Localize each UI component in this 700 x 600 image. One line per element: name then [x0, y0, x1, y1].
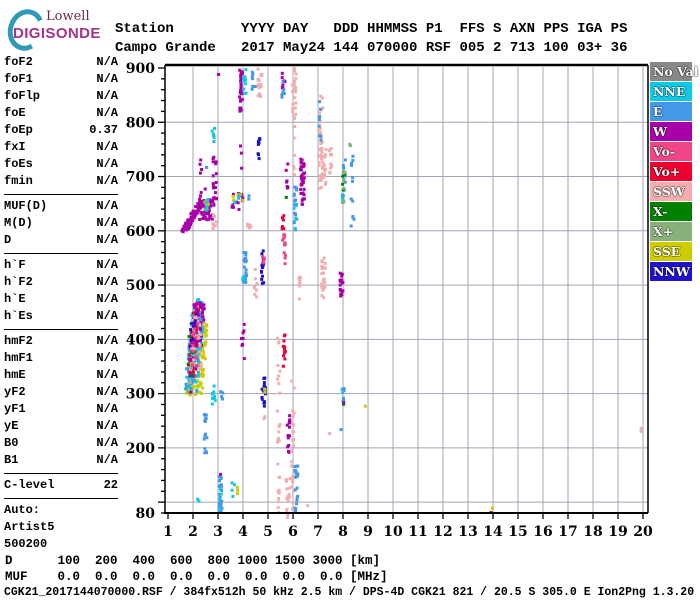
svg-text:12: 12: [433, 524, 452, 540]
svg-text:18: 18: [583, 524, 602, 540]
axis-labels: 1 2 3 4 5 6 7 8 9 10 11 12 13 14 15 16 17 18 19 20900800700…: [126, 61, 653, 540]
svg-text:8: 8: [338, 524, 348, 540]
scatter-points: [180, 67, 643, 520]
legend-item-X-: X-: [650, 202, 692, 221]
distance-row: D 100 200 400 600 800 1000 1500 3000 [km…: [5, 554, 381, 568]
svg-text:10: 10: [383, 524, 403, 540]
svg-text:2: 2: [188, 524, 198, 540]
svg-text:600: 600: [126, 224, 155, 240]
svg-text:13: 13: [458, 524, 477, 540]
svg-text:6: 6: [288, 524, 298, 540]
legend-item-SSW: SSW: [650, 182, 692, 201]
legend-item-noval: No Val: [650, 62, 699, 81]
legend-item-NNW: NNW: [650, 262, 692, 281]
svg-text:16: 16: [533, 524, 552, 540]
svg-text:14: 14: [483, 524, 503, 540]
svg-text:15: 15: [508, 524, 527, 540]
svg-text:1: 1: [163, 524, 173, 540]
svg-text:9: 9: [363, 524, 373, 540]
svg-text:20: 20: [633, 524, 653, 540]
svg-text:700: 700: [126, 170, 155, 186]
muf-row: MUF 0.0 0.0 0.0 0.0 0.0 0.0 0.0 0.0 [MHz…: [5, 570, 388, 584]
svg-text:5: 5: [263, 524, 273, 540]
svg-text:200: 200: [126, 441, 155, 457]
svg-text:800: 800: [126, 115, 155, 131]
svg-text:17: 17: [558, 524, 577, 540]
legend-item-SSE: SSE: [650, 242, 692, 261]
svg-text:11: 11: [408, 524, 427, 540]
ionogram-plot: 1 2 3 4 5 6 7 8 9 10 11 12 13 14 15 16 17 18 19 20900800700…: [126, 61, 653, 540]
legend-item-NNE: NNE: [650, 82, 692, 101]
axis-ticks: [158, 67, 644, 519]
legend-item-X+: X+: [650, 222, 692, 241]
file-info-footer: CGK21_2017144070000.RSF / 384fx512h 50 k…: [4, 586, 695, 599]
svg-text:500: 500: [126, 278, 155, 294]
svg-text:900: 900: [126, 61, 155, 77]
svg-text:19: 19: [608, 524, 627, 540]
svg-text:4: 4: [238, 524, 248, 540]
legend-item-Vo+: Vo+: [650, 162, 692, 181]
legend-item-E: E: [650, 102, 692, 121]
ionogram-viewer: Lowell DIGISONDE Station YYYY DAY DDD HH…: [0, 0, 700, 600]
svg-text:80: 80: [136, 506, 156, 522]
svg-text:7: 7: [313, 524, 323, 540]
legend-item-W: W: [650, 122, 692, 141]
svg-text:400: 400: [126, 332, 155, 348]
legend-item-Vo-: Vo-: [650, 142, 692, 161]
axes: [164, 63, 649, 514]
gridlines: [165, 67, 648, 513]
svg-text:300: 300: [126, 387, 155, 403]
svg-text:3: 3: [213, 524, 223, 540]
